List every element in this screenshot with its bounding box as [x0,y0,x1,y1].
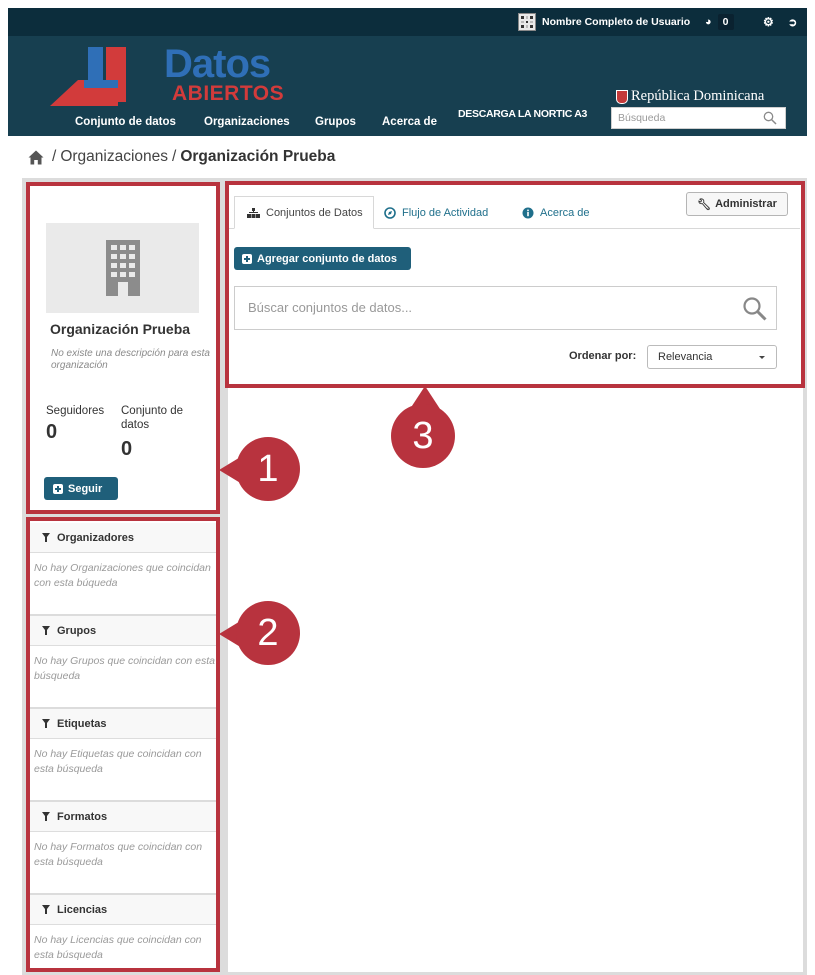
logo-mark [50,47,126,106]
site-search-input[interactable] [612,108,752,128]
search-icon[interactable] [763,111,777,125]
logout-icon[interactable]: ➲ [788,8,797,36]
breadcrumb-separator: / [172,148,177,165]
dashboard-link[interactable]: ◕ 0 [705,8,734,36]
dashboard-count: 0 [717,14,734,30]
nortic-download-link[interactable]: DESCARGA LA NORTIC A3 [458,108,587,120]
annotation-badge-2: 2 [236,601,300,665]
annotation-badge-1: 1 [236,437,300,501]
nav-organizations[interactable]: Organizaciones [204,116,290,128]
country-name: República Dominicana [631,88,765,104]
nav-datasets[interactable]: Conjunto de datos [75,116,176,128]
annotation-box-2 [26,517,220,972]
country-label: República Dominicana [616,88,764,105]
annotation-box-3 [225,181,805,388]
dashboard-icon: ◕ [705,16,712,28]
nav-about[interactable]: Acerca de [382,116,437,128]
breadcrumb-separator: / [52,148,57,165]
page: Nombre Completo de Usuario ◕ 0 ⚙ ➲ Datos… [0,0,815,975]
user-name: Nombre Completo de Usuario [542,16,691,28]
logo-subtext: ABIERTOS [172,82,285,105]
avatar [518,13,536,31]
breadcrumb-organizations[interactable]: Organizaciones [60,148,168,166]
breadcrumb: / Organizaciones / Organización Prueba [28,148,335,166]
annotation-badge-3: 3 [391,404,455,468]
account-bar: Nombre Completo de Usuario ◕ 0 ⚙ ➲ [8,8,807,36]
coat-of-arms-icon [616,89,628,104]
home-icon[interactable] [28,150,44,165]
annotation-box-1 [26,182,220,514]
logo-text: Datos [164,42,271,86]
site-logo[interactable]: Datos ABIERTOS [48,42,284,108]
masthead: Datos ABIERTOS Conjunto de datos Organiz… [8,36,807,136]
nav-groups[interactable]: Grupos [315,116,356,128]
breadcrumb-current[interactable]: Organización Prueba [180,148,335,166]
user-menu[interactable]: Nombre Completo de Usuario [518,8,690,36]
site-search [611,107,786,129]
gear-icon[interactable]: ⚙ [763,8,774,36]
